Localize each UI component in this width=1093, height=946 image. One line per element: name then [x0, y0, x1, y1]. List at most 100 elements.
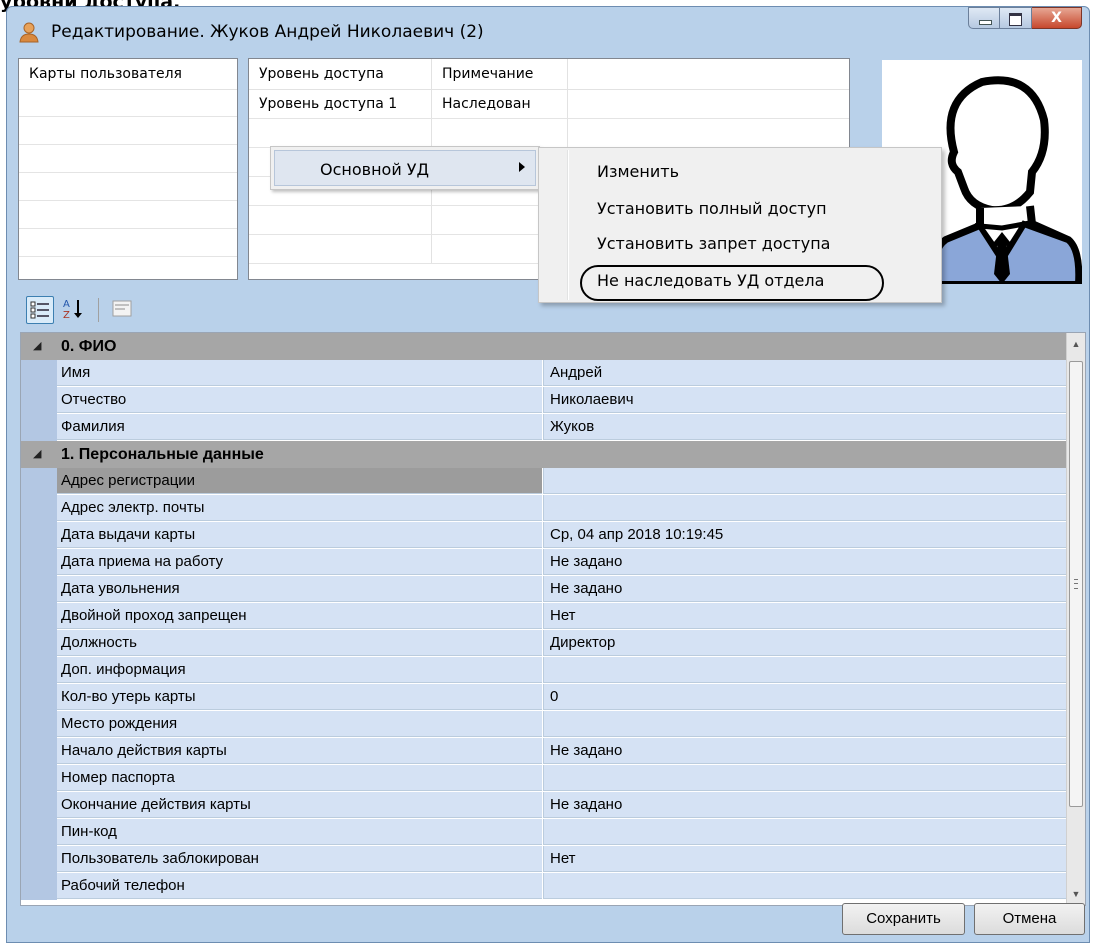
- title-bar[interactable]: Редактирование. Жуков Андрей Николаевич …: [7, 7, 1089, 51]
- menu-item-change[interactable]: Изменить: [597, 162, 679, 181]
- property-value[interactable]: Ср, 04 апр 2018 10:19:45: [543, 522, 1067, 548]
- property-row[interactable]: Должность Директор: [21, 630, 1067, 657]
- list-item[interactable]: [19, 173, 237, 201]
- property-row[interactable]: Адрес регистрации: [21, 468, 1067, 495]
- property-value[interactable]: [543, 819, 1067, 845]
- user-cards-list[interactable]: Карты пользователя: [18, 58, 238, 280]
- property-value[interactable]: Андрей: [543, 360, 1067, 386]
- property-value[interactable]: [543, 765, 1067, 791]
- property-row[interactable]: Пользователь заблокирован Нет: [21, 846, 1067, 873]
- category-row[interactable]: ◢ 1. Персональные данные: [21, 441, 1067, 468]
- property-name: Начало действия карты: [57, 738, 542, 764]
- property-name: Пользователь заблокирован: [57, 846, 542, 872]
- property-name: Кол-во утерь карты: [57, 684, 542, 710]
- category-title: 1. Персональные данные: [61, 446, 264, 463]
- vertical-scrollbar[interactable]: ▲ ▼: [1066, 333, 1085, 905]
- menu-item-main-access-level[interactable]: Основной УД: [274, 150, 536, 186]
- list-item[interactable]: [19, 89, 237, 117]
- property-name: Окончание действия карты: [57, 792, 542, 818]
- list-item[interactable]: [19, 229, 237, 257]
- property-name: Доп. информация: [57, 657, 542, 683]
- window-title: Редактирование. Жуков Андрей Николаевич …: [51, 22, 484, 42]
- scroll-thumb[interactable]: [1069, 361, 1083, 807]
- property-value[interactable]: Николаевич: [543, 387, 1067, 413]
- property-row[interactable]: Дата выдачи карты Ср, 04 апр 2018 10:19:4…: [21, 522, 1067, 549]
- property-row[interactable]: Двойной проход запрещен Нет: [21, 603, 1067, 630]
- svg-text:A: A: [63, 299, 70, 310]
- svg-text:Z: Z: [63, 310, 70, 321]
- scroll-down-icon[interactable]: ▼: [1067, 885, 1085, 903]
- menu-item-set-access-denied[interactable]: Установить запрет доступа: [597, 234, 830, 253]
- submenu-arrow-icon: [519, 162, 525, 172]
- property-row[interactable]: Дата увольнения Не задано: [21, 576, 1067, 603]
- property-value[interactable]: Не задано: [543, 576, 1067, 602]
- table-row[interactable]: [249, 119, 849, 148]
- property-row[interactable]: Номер паспорта: [21, 765, 1067, 792]
- column-header-note[interactable]: Примечание: [432, 59, 568, 89]
- categorized-view-icon[interactable]: [26, 296, 54, 324]
- property-row[interactable]: Рабочий телефон: [21, 873, 1067, 900]
- property-name: Отчество: [57, 387, 542, 413]
- property-name: Адрес регистрации: [57, 468, 542, 494]
- property-row[interactable]: Дата приема на работу Не задано: [21, 549, 1067, 576]
- property-value[interactable]: Жуков: [543, 414, 1067, 440]
- scroll-up-icon[interactable]: ▲: [1067, 335, 1085, 353]
- property-value[interactable]: Нет: [543, 846, 1067, 872]
- property-pages-icon[interactable]: [109, 296, 137, 324]
- sort-alphabetical-icon[interactable]: A Z: [60, 296, 88, 324]
- access-level-cell: Уровень доступа 1: [249, 90, 432, 118]
- property-name: Адрес электр. почты: [57, 495, 542, 521]
- property-value[interactable]: [543, 657, 1067, 683]
- property-row[interactable]: Имя Андрей: [21, 360, 1067, 387]
- property-row[interactable]: Место рождения: [21, 711, 1067, 738]
- list-item[interactable]: [19, 117, 237, 145]
- note-cell: Наследован: [432, 90, 568, 118]
- property-name: Должность: [57, 630, 542, 656]
- table-row[interactable]: Уровень доступа 1 Наследован: [249, 90, 849, 119]
- property-value[interactable]: [543, 495, 1067, 521]
- save-button[interactable]: Сохранить: [842, 903, 965, 935]
- highlight-annotation: [580, 265, 884, 301]
- close-icon[interactable]: X: [1032, 7, 1082, 29]
- category-row[interactable]: ◢ 0. ФИО: [21, 333, 1067, 360]
- property-name: Пин-код: [57, 819, 542, 845]
- cancel-button[interactable]: Отмена: [974, 903, 1085, 935]
- property-row[interactable]: Пин-код: [21, 819, 1067, 846]
- collapse-icon[interactable]: ◢: [33, 441, 41, 468]
- property-value[interactable]: [543, 711, 1067, 737]
- list-item[interactable]: [19, 201, 237, 229]
- property-value[interactable]: [543, 468, 1067, 494]
- property-value[interactable]: Не задано: [543, 549, 1067, 575]
- property-name: Дата приема на работу: [57, 549, 542, 575]
- property-value[interactable]: Нет: [543, 603, 1067, 629]
- property-row[interactable]: Фамилия Жуков: [21, 414, 1067, 441]
- property-row[interactable]: Кол-во утерь карты 0: [21, 684, 1067, 711]
- category-title: 0. ФИО: [61, 338, 117, 355]
- property-name: Дата увольнения: [57, 576, 542, 602]
- property-value[interactable]: Не задано: [543, 738, 1067, 764]
- property-name: Рабочий телефон: [57, 873, 542, 899]
- property-row[interactable]: Адрес электр. почты: [21, 495, 1067, 522]
- user-cards-header[interactable]: Карты пользователя: [19, 59, 237, 90]
- property-name: Фамилия: [57, 414, 542, 440]
- property-row[interactable]: Окончание действия карты Не задано: [21, 792, 1067, 819]
- property-value[interactable]: Не задано: [543, 792, 1067, 818]
- property-grid[interactable]: ◢ 0. ФИО Имя Андрей Отчество Николаевич Фамили…: [20, 332, 1086, 906]
- property-row[interactable]: Доп. информация: [21, 657, 1067, 684]
- property-name: Дата выдачи карты: [57, 522, 542, 548]
- user-icon: [19, 22, 39, 43]
- property-row[interactable]: Отчество Николаевич: [21, 387, 1067, 414]
- menu-item-set-full-access[interactable]: Установить полный доступ: [597, 199, 827, 218]
- property-value[interactable]: Директор: [543, 630, 1067, 656]
- minimize-icon[interactable]: [968, 7, 1000, 29]
- property-row[interactable]: Начало действия карты Не задано: [21, 738, 1067, 765]
- property-value[interactable]: [543, 873, 1067, 899]
- maximize-icon[interactable]: [1000, 7, 1032, 29]
- column-header-access-level[interactable]: Уровень доступа: [249, 59, 432, 89]
- list-item[interactable]: [19, 145, 237, 173]
- property-grid-toolbar: A Z: [26, 293, 137, 327]
- collapse-icon[interactable]: ◢: [33, 333, 41, 360]
- property-name: Имя: [57, 360, 542, 386]
- property-value[interactable]: 0: [543, 684, 1067, 710]
- context-menu: Основной УД: [270, 146, 540, 190]
